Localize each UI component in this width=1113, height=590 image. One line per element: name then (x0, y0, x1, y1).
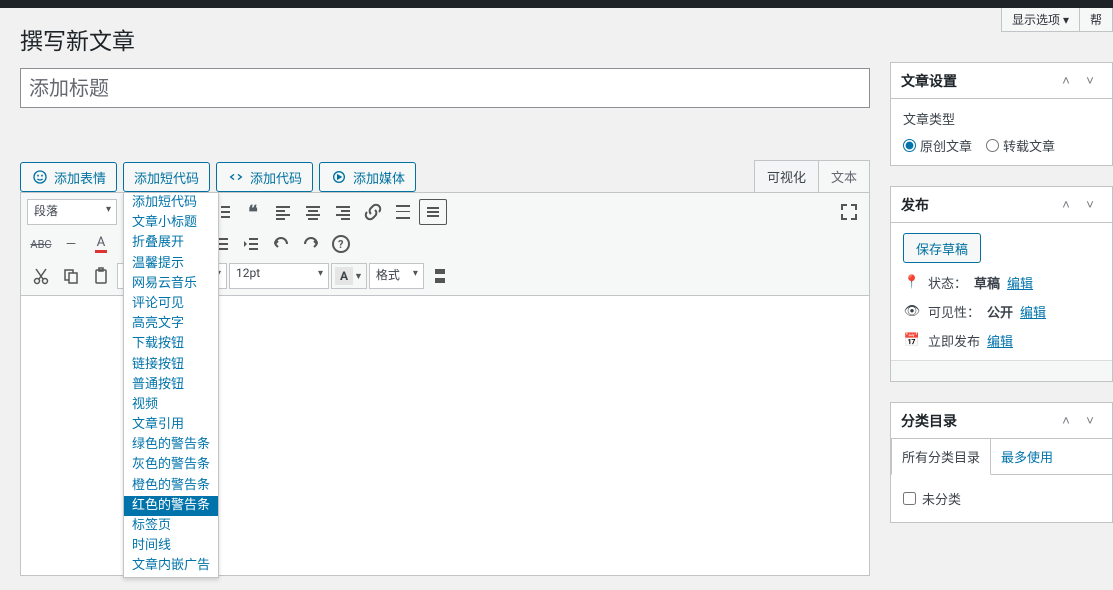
publish-box: 发布 ˄ ˅ 保存草稿 📍 状态： 草稿 编辑 👁 (890, 186, 1113, 382)
redo-button[interactable] (297, 231, 325, 257)
edit-schedule-link[interactable]: 编辑 (987, 331, 1013, 350)
screen-options-label: 显示选项 (1012, 11, 1060, 28)
post-title-input[interactable] (20, 68, 870, 108)
help-button[interactable]: 帮 (1079, 8, 1113, 32)
move-down-button[interactable]: ˅ (1078, 69, 1102, 93)
post-settings-box: 文章设置 ˄ ˅ 文章类型 原创文章 转载文章 (890, 62, 1113, 166)
move-down-button[interactable]: ˅ (1078, 193, 1102, 217)
shortcode-item[interactable]: 下载按钮 (124, 334, 218, 354)
add-emoji-button[interactable]: 添加表情 (20, 162, 117, 192)
shortcode-item[interactable]: 红色的警告条 (124, 496, 218, 516)
add-code-button[interactable]: 添加代码 (216, 162, 313, 192)
bg-color-button[interactable]: A▼ (331, 263, 367, 289)
shortcode-item[interactable]: 绿色的警告条 (124, 435, 218, 455)
code-icon (227, 168, 245, 186)
copy-button[interactable] (57, 263, 85, 289)
toolbar-toggle-button[interactable] (419, 199, 447, 225)
post-type-original[interactable]: 原创文章 (903, 136, 972, 155)
move-up-button[interactable]: ˄ (1054, 409, 1078, 433)
calendar-icon: 📅 (903, 332, 921, 350)
shortcode-item[interactable]: 橙色的警告条 (124, 476, 218, 496)
post-type-repost[interactable]: 转载文章 (986, 136, 1055, 155)
shortcode-item[interactable]: 添加短代码 (124, 193, 218, 213)
undo-button[interactable] (267, 231, 295, 257)
shortcode-dropdown: 添加短代码文章小标题折叠展开温馨提示网易云音乐评论可见高亮文字下载按钮链接按钮普… (123, 192, 219, 578)
tab-all-categories[interactable]: 所有分类目录 (891, 439, 991, 475)
shortcode-item[interactable]: 网易云音乐 (124, 274, 218, 294)
save-draft-button[interactable]: 保存草稿 (903, 233, 981, 263)
shortcode-item[interactable]: 普通按钮 (124, 375, 218, 395)
publish-title: 发布 (901, 195, 929, 215)
align-right-button[interactable] (329, 199, 357, 225)
shortcode-item[interactable]: 折叠展开 (124, 233, 218, 253)
post-settings-title: 文章设置 (901, 71, 957, 91)
page-title: 撰写新文章 (20, 22, 1093, 56)
shortcode-item[interactable]: 视频 (124, 395, 218, 415)
readmore-button[interactable] (389, 199, 417, 225)
format-select[interactable]: 格式 (369, 263, 424, 289)
eye-icon: 👁 (903, 303, 921, 321)
page-break-button[interactable] (426, 263, 454, 289)
shortcode-item[interactable]: 文章内嵌广告 (124, 556, 218, 576)
categories-box: 分类目录 ˄ ˅ 所有分类目录 最多使用 未分类 (890, 402, 1113, 523)
shortcode-item[interactable]: 时间线 (124, 536, 218, 556)
shortcode-item[interactable]: 灰色的警告条 (124, 455, 218, 475)
font-size-select[interactable]: 12pt (229, 263, 329, 289)
blockquote-button[interactable]: ❝ (239, 199, 267, 225)
cut-button[interactable] (27, 263, 55, 289)
category-uncategorized[interactable]: 未分类 (903, 485, 1100, 512)
shortcode-item[interactable]: 温馨提示 (124, 254, 218, 274)
shortcode-item[interactable]: 高亮文字 (124, 314, 218, 334)
strikethrough-button[interactable]: ABC (27, 231, 55, 257)
add-media-button[interactable]: 添加媒体 (319, 162, 416, 192)
dropdown-icon: ▼ (354, 271, 363, 282)
edit-status-link[interactable]: 编辑 (1007, 273, 1033, 292)
shortcode-item[interactable]: 文章引用 (124, 415, 218, 435)
shortcode-item[interactable]: 评论可见 (124, 294, 218, 314)
add-shortcode-button[interactable]: 添加短代码 (123, 162, 210, 192)
move-up-button[interactable]: ˄ (1054, 69, 1078, 93)
indent-button[interactable] (237, 231, 265, 257)
align-center-button[interactable] (299, 199, 327, 225)
tab-text[interactable]: 文本 (818, 160, 870, 193)
shortcode-item[interactable]: 标签页 (124, 516, 218, 536)
smile-icon (31, 168, 49, 186)
help-button[interactable]: ? (327, 231, 355, 257)
categories-title: 分类目录 (901, 411, 957, 431)
shortcode-item[interactable]: 链接按钮 (124, 355, 218, 375)
pin-icon: 📍 (903, 274, 921, 292)
screen-options-button[interactable]: 显示选项 ▾ (1001, 8, 1079, 32)
tab-most-used[interactable]: 最多使用 (991, 439, 1063, 474)
edit-visibility-link[interactable]: 编辑 (1020, 302, 1046, 321)
post-type-label: 文章类型 (903, 109, 1100, 128)
media-icon (330, 168, 348, 186)
dropdown-icon: ▾ (1063, 13, 1069, 27)
move-down-button[interactable]: ˅ (1078, 409, 1102, 433)
link-button[interactable] (359, 199, 387, 225)
move-up-button[interactable]: ˄ (1054, 193, 1078, 217)
paragraph-select[interactable]: 段落 (27, 199, 117, 225)
svg-text:?: ? (338, 238, 344, 251)
shortcode-item[interactable]: 文章小标题 (124, 213, 218, 233)
text-color-button[interactable]: A (87, 231, 115, 257)
tab-visual[interactable]: 可视化 (754, 160, 818, 193)
paste-button[interactable] (87, 263, 115, 289)
fullscreen-button[interactable] (835, 199, 863, 225)
align-left-button[interactable] (269, 199, 297, 225)
hr-button[interactable]: — (57, 231, 85, 257)
